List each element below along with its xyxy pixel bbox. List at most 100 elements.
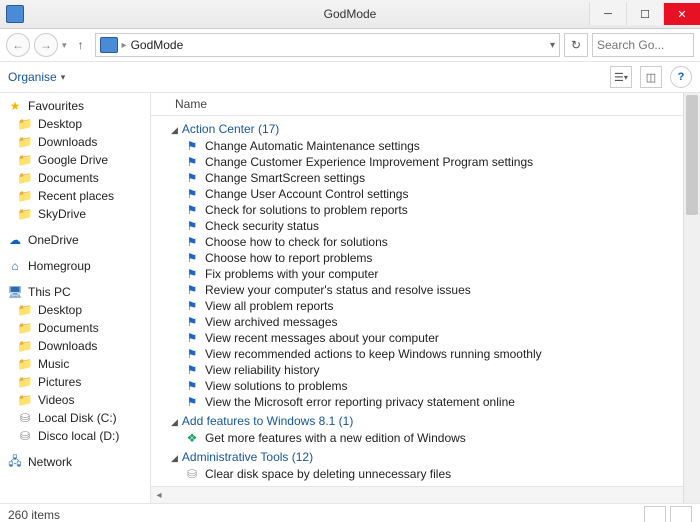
vertical-scrollbar[interactable] (683, 93, 700, 503)
tool-icon: ⛁ (185, 467, 199, 481)
history-dropdown-icon[interactable]: ▾ (62, 40, 67, 51)
group-header[interactable]: ◢Administrative Tools (12) (157, 446, 700, 466)
sidebar-item[interactable]: 📁Downloads (0, 337, 150, 355)
flag-icon: ⚑ (185, 171, 199, 185)
sidebar-item[interactable]: 📁Desktop (0, 301, 150, 319)
sidebar-item[interactable]: ⛁Local Disk (C:) (0, 409, 150, 427)
address-bar[interactable]: ▸ GodMode ▾ (95, 33, 560, 57)
sidebar-item[interactable]: 📁Pictures (0, 373, 150, 391)
sidebar-item[interactable]: 📁Google Drive (0, 151, 150, 169)
list-item[interactable]: ⚑View recent messages about your compute… (157, 330, 700, 346)
help-button[interactable]: ? (670, 66, 692, 88)
flag-icon: ⚑ (185, 395, 199, 409)
folder-icon: 📁 (18, 153, 32, 167)
collapse-icon: ◢ (171, 453, 178, 463)
location-icon (100, 37, 118, 53)
thumbnails-view-button[interactable] (670, 506, 692, 522)
list-item[interactable]: ⚑Choose how to report problems (157, 250, 700, 266)
title-bar: GodMode ─ ☐ ✕ (0, 0, 700, 29)
address-dropdown-icon[interactable]: ▾ (550, 40, 555, 51)
group-header[interactable]: ◢Add features to Windows 8.1 (1) (157, 410, 700, 430)
list-item[interactable]: ⚑View solutions to problems (157, 378, 700, 394)
sidebar-item[interactable]: 📁Documents (0, 169, 150, 187)
details-view-button[interactable] (644, 506, 666, 522)
folder-icon: 📁 (18, 339, 32, 353)
back-button[interactable]: ← (6, 33, 30, 57)
folder-icon: 📁 (18, 303, 32, 317)
view-options-button[interactable]: ☰▾ (610, 66, 632, 88)
disk-icon: ⛁ (18, 411, 32, 425)
list-item[interactable]: ⚑Choose how to check for solutions (157, 234, 700, 250)
horizontal-scrollbar[interactable]: ◂ ▸ (151, 486, 700, 503)
search-box[interactable] (592, 33, 694, 57)
feature-icon: ❖ (185, 431, 199, 445)
folder-icon: 📁 (18, 207, 32, 221)
refresh-button[interactable]: ↻ (564, 33, 588, 57)
folder-icon: 📁 (18, 135, 32, 149)
list-item[interactable]: ⛁Clear disk space by deleting unnecessar… (157, 466, 700, 482)
folder-icon: 📁 (18, 375, 32, 389)
sidebar-homegroup[interactable]: ⌂Homegroup (0, 257, 150, 275)
folder-icon: 📁 (18, 393, 32, 407)
organise-menu[interactable]: Organise ▾ (8, 70, 65, 84)
flag-icon: ⚑ (185, 347, 199, 361)
window-controls: ─ ☐ ✕ (589, 3, 700, 25)
list-item[interactable]: ⚑View the Microsoft error reporting priv… (157, 394, 700, 410)
up-button[interactable]: ↑ (71, 35, 91, 55)
list-item[interactable]: ⚑View archived messages (157, 314, 700, 330)
sidebar-item[interactable]: 📁Downloads (0, 133, 150, 151)
command-bar: Organise ▾ ☰▾ ◫ ? (0, 62, 700, 93)
list-item[interactable]: ⚑Change User Account Control settings (157, 186, 700, 202)
list-item[interactable]: ⚑Change SmartScreen settings (157, 170, 700, 186)
star-icon: ★ (8, 99, 22, 113)
folder-icon: 📁 (18, 117, 32, 131)
status-bar: 260 items (0, 503, 700, 522)
list-item[interactable]: ⚑Change Automatic Maintenance settings (157, 138, 700, 154)
pc-icon: 🖥 (8, 285, 22, 299)
list-item[interactable]: ❖Get more features with a new edition of… (157, 430, 700, 446)
flag-icon: ⚑ (185, 379, 199, 393)
list-item[interactable]: ⚑View reliability history (157, 362, 700, 378)
search-input[interactable] (593, 38, 693, 52)
forward-button[interactable]: → (34, 33, 58, 57)
sidebar-thispc[interactable]: 🖥This PC (0, 283, 150, 301)
scroll-left-button[interactable]: ◂ (151, 488, 167, 502)
flag-icon: ⚑ (185, 267, 199, 281)
sidebar-favourites[interactable]: ★Favourites (0, 97, 150, 115)
list-item[interactable]: ⚑Check for solutions to problem reports (157, 202, 700, 218)
navigation-bar: ← → ▾ ↑ ▸ GodMode ▾ ↻ (0, 29, 700, 62)
sidebar-onedrive[interactable]: ☁OneDrive (0, 231, 150, 249)
sidebar-item[interactable]: 📁Videos (0, 391, 150, 409)
preview-pane-button[interactable]: ◫ (640, 66, 662, 88)
chevron-right-icon[interactable]: ▸ (122, 40, 127, 51)
sidebar-network[interactable]: 🖧Network (0, 453, 150, 471)
network-icon: 🖧 (8, 455, 22, 469)
sidebar-item[interactable]: 📁SkyDrive (0, 205, 150, 223)
status-item-count: 260 items (8, 508, 60, 522)
sidebar-item[interactable]: ⛁Disco local (D:) (0, 427, 150, 445)
group-header[interactable]: ◢Action Center (17) (157, 118, 700, 138)
address-text[interactable]: GodMode (131, 38, 184, 52)
list-item[interactable]: ⚑View recommended actions to keep Window… (157, 346, 700, 362)
collapse-icon: ◢ (171, 125, 178, 135)
list-item[interactable]: ⚑Change Customer Experience Improvement … (157, 154, 700, 170)
close-button[interactable]: ✕ (663, 3, 700, 25)
list-item[interactable]: ⚑Check security status (157, 218, 700, 234)
cloud-icon: ☁ (8, 233, 22, 247)
flag-icon: ⚑ (185, 331, 199, 345)
minimize-button[interactable]: ─ (589, 3, 626, 25)
folder-icon: 📁 (18, 321, 32, 335)
sidebar-item[interactable]: 📁Documents (0, 319, 150, 337)
collapse-icon: ◢ (171, 417, 178, 427)
sidebar-item[interactable]: 📁Desktop (0, 115, 150, 133)
flag-icon: ⚑ (185, 219, 199, 233)
sidebar-item[interactable]: 📁Music (0, 355, 150, 373)
scrollbar-thumb[interactable] (686, 95, 698, 215)
flag-icon: ⚑ (185, 251, 199, 265)
maximize-button[interactable]: ☐ (626, 3, 663, 25)
list-item[interactable]: ⚑Review your computer's status and resol… (157, 282, 700, 298)
column-header-name[interactable]: Name (151, 93, 700, 116)
sidebar-item[interactable]: 📁Recent places (0, 187, 150, 205)
list-item[interactable]: ⚑Fix problems with your computer (157, 266, 700, 282)
list-item[interactable]: ⚑View all problem reports (157, 298, 700, 314)
